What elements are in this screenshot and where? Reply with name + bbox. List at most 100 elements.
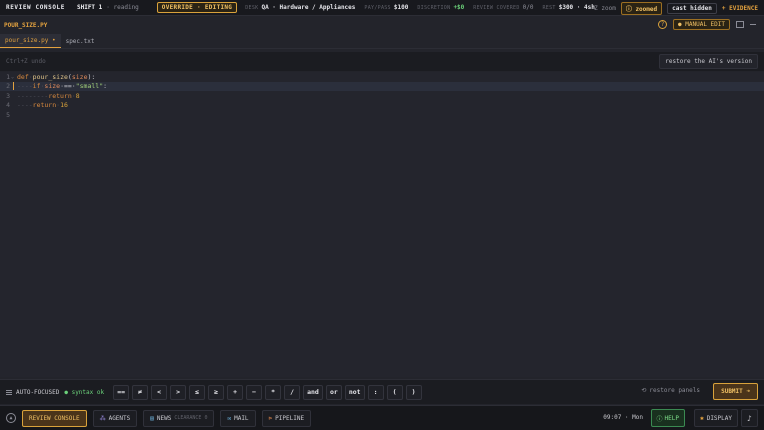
code-line[interactable]: 5 <box>0 110 764 120</box>
status-bar: REVIEW CONSOLE SHIFT 1 · reading OVERRID… <box>0 0 764 16</box>
desk-meta: DESK QA · Hardware / Appliances PAY/PASS… <box>245 4 604 11</box>
symbol-key-gt[interactable]: > <box>170 384 187 400</box>
token-param: size <box>71 72 88 81</box>
restore-panels-button[interactable]: ⟲ restore panels <box>641 387 700 394</box>
symbol-key-div[interactable]: / <box>284 384 301 400</box>
override-badge: OVERRIDE · EDITING <box>156 2 238 13</box>
code-line[interactable]: 3 -------- return · 8 <box>0 91 764 101</box>
symbol-key-or[interactable]: or <box>325 384 342 400</box>
syntax-status: ● syntax ok <box>64 388 105 396</box>
help-icon[interactable]: ? <box>658 20 668 29</box>
shift-status: · reading <box>106 4 139 11</box>
symbol-key-le[interactable]: ≤ <box>189 384 206 400</box>
file-header: POUR_SIZE.PY ? ● MANUAL EDIT <box>0 17 764 33</box>
code-line[interactable]: 2 ---- if · size ·==· "small": <box>0 81 764 91</box>
news-clearance: CLEARANCE 0 <box>174 415 208 421</box>
token-string: "small" <box>75 82 104 91</box>
token-punct: ): <box>87 72 96 81</box>
token-function: pour_size <box>32 72 68 81</box>
code-line[interactable]: 4 ---- return · 16 <box>0 101 764 111</box>
code-editor[interactable]: 1 ⌄ def · pour_size(size): 2 ---- if · size ·=… <box>0 72 764 377</box>
line-number: 4 <box>6 101 10 110</box>
symbol-key-not[interactable]: not <box>344 384 365 400</box>
symbol-bar: AUTO-FOCUSED ● syntax ok == ≠ < > ≤ ≥ + … <box>0 379 764 404</box>
pay-label: PAY/PASS <box>364 4 391 11</box>
review-label: REVIEW COVERED <box>473 4 520 11</box>
symbol-key-colon[interactable]: : <box>367 384 384 400</box>
nav-review-console[interactable]: REVIEW CONSOLE <box>22 409 87 427</box>
symbol-key-lt[interactable]: < <box>151 384 168 400</box>
restore-icon: ⟲ <box>641 387 647 394</box>
news-icon: ▤ <box>150 414 154 422</box>
text-caret <box>13 82 14 91</box>
manual-edit-badge: ● MANUAL EDIT <box>673 19 730 30</box>
token-indent: ---- <box>17 101 33 110</box>
restore-ai-version-button[interactable]: restore the AI's version <box>659 54 758 69</box>
maximize-icon[interactable] <box>736 21 744 28</box>
symbol-key-ge[interactable]: ≥ <box>208 384 225 400</box>
music-icon[interactable]: ♪ <box>741 409 758 427</box>
minimize-icon[interactable] <box>750 24 756 25</box>
token-number: 16 <box>60 101 68 110</box>
question-icon: ⓘ <box>656 415 663 423</box>
nav-pipeline[interactable]: ⊳ PIPELINE <box>261 409 312 427</box>
help-button[interactable]: ⓘ HELP <box>650 409 685 427</box>
editor-tabs: pour_size.py • spec.txt <box>0 33 764 49</box>
symbol-key-mul[interactable]: * <box>265 384 282 400</box>
line-number: 1 <box>6 72 10 81</box>
line-number: 2 <box>6 82 10 91</box>
nav-mail[interactable]: ✉ MAIL <box>220 409 256 427</box>
nav-mail-label: MAIL <box>234 414 249 422</box>
submit-button[interactable]: SUBMIT ➜ <box>713 383 758 400</box>
symbol-key-eq[interactable]: == <box>113 384 130 400</box>
token-indent: ---- <box>17 82 33 91</box>
token-keyword: return <box>32 101 57 110</box>
nav-news[interactable]: ▤ NEWS CLEARANCE 0 <box>143 409 215 427</box>
display-button[interactable]: ✱ DISPLAY <box>694 409 738 427</box>
token-indent: -------- <box>17 91 49 100</box>
pay-value: $100 <box>393 4 409 11</box>
token-keyword: return <box>48 91 72 100</box>
code-line[interactable]: 1 ⌄ def · pour_size(size): <box>0 72 764 82</box>
rest-label: REST <box>542 4 556 11</box>
symbol-keys: == ≠ < > ≤ ≥ + − * / and or not : ( ) <box>113 384 422 400</box>
pipeline-icon: ⊳ <box>268 414 273 422</box>
clock: 09:07 · Mon <box>603 414 643 421</box>
nav-review-console-label: REVIEW CONSOLE <box>29 414 80 422</box>
symbol-key-and[interactable]: and <box>303 384 323 400</box>
evidence-button[interactable]: + EVIDENCE <box>722 5 758 12</box>
bottom-nav: ▲ REVIEW CONSOLE ⁂ AGENTS ▤ NEWS CLEARAN… <box>0 405 764 430</box>
tab-spec[interactable]: spec.txt <box>61 34 100 48</box>
rest-value: $300 · 4sh <box>558 4 595 11</box>
nav-agents[interactable]: ⁂ AGENTS <box>92 409 138 427</box>
restore-panels-label: restore panels <box>649 387 700 394</box>
symbol-key-rparen[interactable]: ) <box>405 384 422 400</box>
symbol-key-minus[interactable]: − <box>246 384 263 400</box>
menu-icon <box>6 389 12 395</box>
token-punct: : <box>103 82 108 91</box>
desk-value: QA · Hardware / Appliances <box>261 4 356 11</box>
display-label: DISPLAY <box>706 414 732 422</box>
auto-focused-indicator[interactable]: AUTO-FOCUSED <box>6 389 59 396</box>
editor-toolbar: Ctrl+Z undo restore the AI's version <box>0 52 764 71</box>
symbol-key-lparen[interactable]: ( <box>386 384 403 400</box>
fold-icon[interactable]: ⌄ <box>11 74 14 80</box>
token-keyword: if <box>32 82 41 91</box>
discretion-label: DISCRETION <box>417 4 451 11</box>
token-keyword: def <box>17 72 29 81</box>
zoomed-toggle[interactable]: ⓘ zoomed <box>620 2 663 15</box>
undo-hint: Ctrl+Z undo <box>6 58 46 65</box>
symbol-key-plus[interactable]: + <box>227 384 244 400</box>
help-label: HELP <box>664 414 679 422</box>
zoom-hint: Z zoom <box>594 5 616 12</box>
token-number: 8 <box>75 91 80 100</box>
sun-icon: ✱ <box>700 414 704 422</box>
shift-label: SHIFT 1 <box>76 4 103 11</box>
symbol-key-neq[interactable]: ≠ <box>132 384 149 400</box>
cast-hidden-toggle[interactable]: cast hidden <box>667 3 717 14</box>
chevron-up-icon[interactable]: ▲ <box>6 413 16 423</box>
nav-pipeline-label: PIPELINE <box>275 414 305 422</box>
tab-pour-size[interactable]: pour_size.py • <box>0 34 61 48</box>
discretion-value: +$0 <box>453 4 465 11</box>
app-title: REVIEW CONSOLE <box>6 4 65 11</box>
